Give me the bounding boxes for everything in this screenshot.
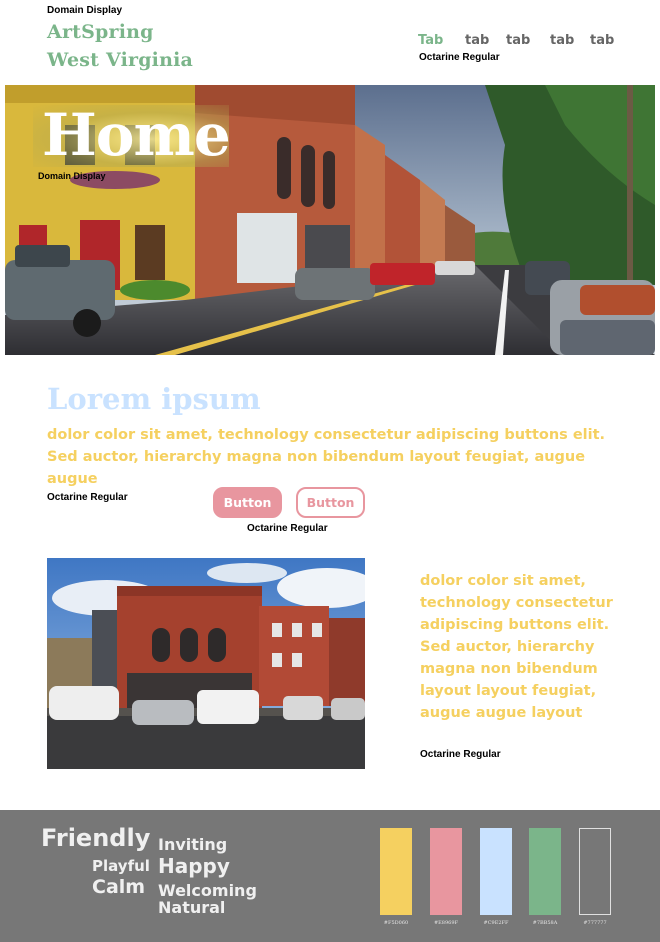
brand-logo[interactable]: ArtSpring West Virginia [47, 18, 193, 74]
swatch-yellow [380, 828, 412, 915]
secondary-button[interactable]: Button [296, 487, 365, 518]
swatch-gray [579, 828, 611, 915]
font-annotation-tabs: Octarine Regular [419, 52, 500, 63]
footer-moodboard: Friendly Inviting Playful Happy Calm Wel… [0, 810, 660, 942]
hero-banner: Home Domain Display [5, 85, 655, 355]
intro-paragraph: dolor color sit amet, technology consect… [47, 427, 606, 487]
font-annotation-feature: Octarine Regular [420, 749, 501, 760]
font-annotation-domain-display: Domain Display [47, 5, 123, 16]
page-title: Home [42, 101, 231, 169]
swatch-label-pink: #E8969F [433, 920, 459, 926]
swatch-label-gray: #777777 [583, 920, 607, 926]
tab-1[interactable]: Tab [418, 33, 443, 48]
swatch-label-blue: #C9E2FF [483, 920, 509, 926]
font-annotation-hero: Domain Display [38, 171, 106, 181]
section-title: Lorem ipsum [47, 382, 261, 416]
tab-4[interactable]: tab [550, 33, 574, 48]
mood-word-calm: Calm [92, 876, 146, 898]
tab-3[interactable]: tab [506, 33, 530, 48]
feature-paragraph: dolor color sit amet, technology consect… [420, 573, 613, 721]
mood-word-inviting: Inviting [158, 835, 228, 854]
brand-region: West Virginia [47, 49, 194, 71]
swatch-blue [480, 828, 512, 915]
building-photo [47, 558, 365, 769]
swatch-green [529, 828, 561, 915]
swatch-label-green: #7BB58A [532, 920, 558, 926]
mood-word-playful: Playful [92, 857, 150, 875]
mood-word-natural: Natural [158, 898, 226, 917]
brand-name: ArtSpring [47, 21, 154, 43]
building-image [47, 558, 365, 769]
swatch-label-yellow: #F5D060 [383, 920, 409, 926]
tab-2[interactable]: tab [465, 33, 489, 48]
primary-button[interactable]: Button [213, 487, 282, 518]
mood-word-happy: Happy [158, 854, 230, 878]
font-annotation-body: Octarine Regular [47, 492, 128, 503]
mood-word-friendly: Friendly [41, 824, 151, 852]
tab-5[interactable]: tab [590, 33, 614, 48]
swatch-pink [430, 828, 462, 915]
font-annotation-buttons: Octarine Regular [247, 523, 328, 534]
